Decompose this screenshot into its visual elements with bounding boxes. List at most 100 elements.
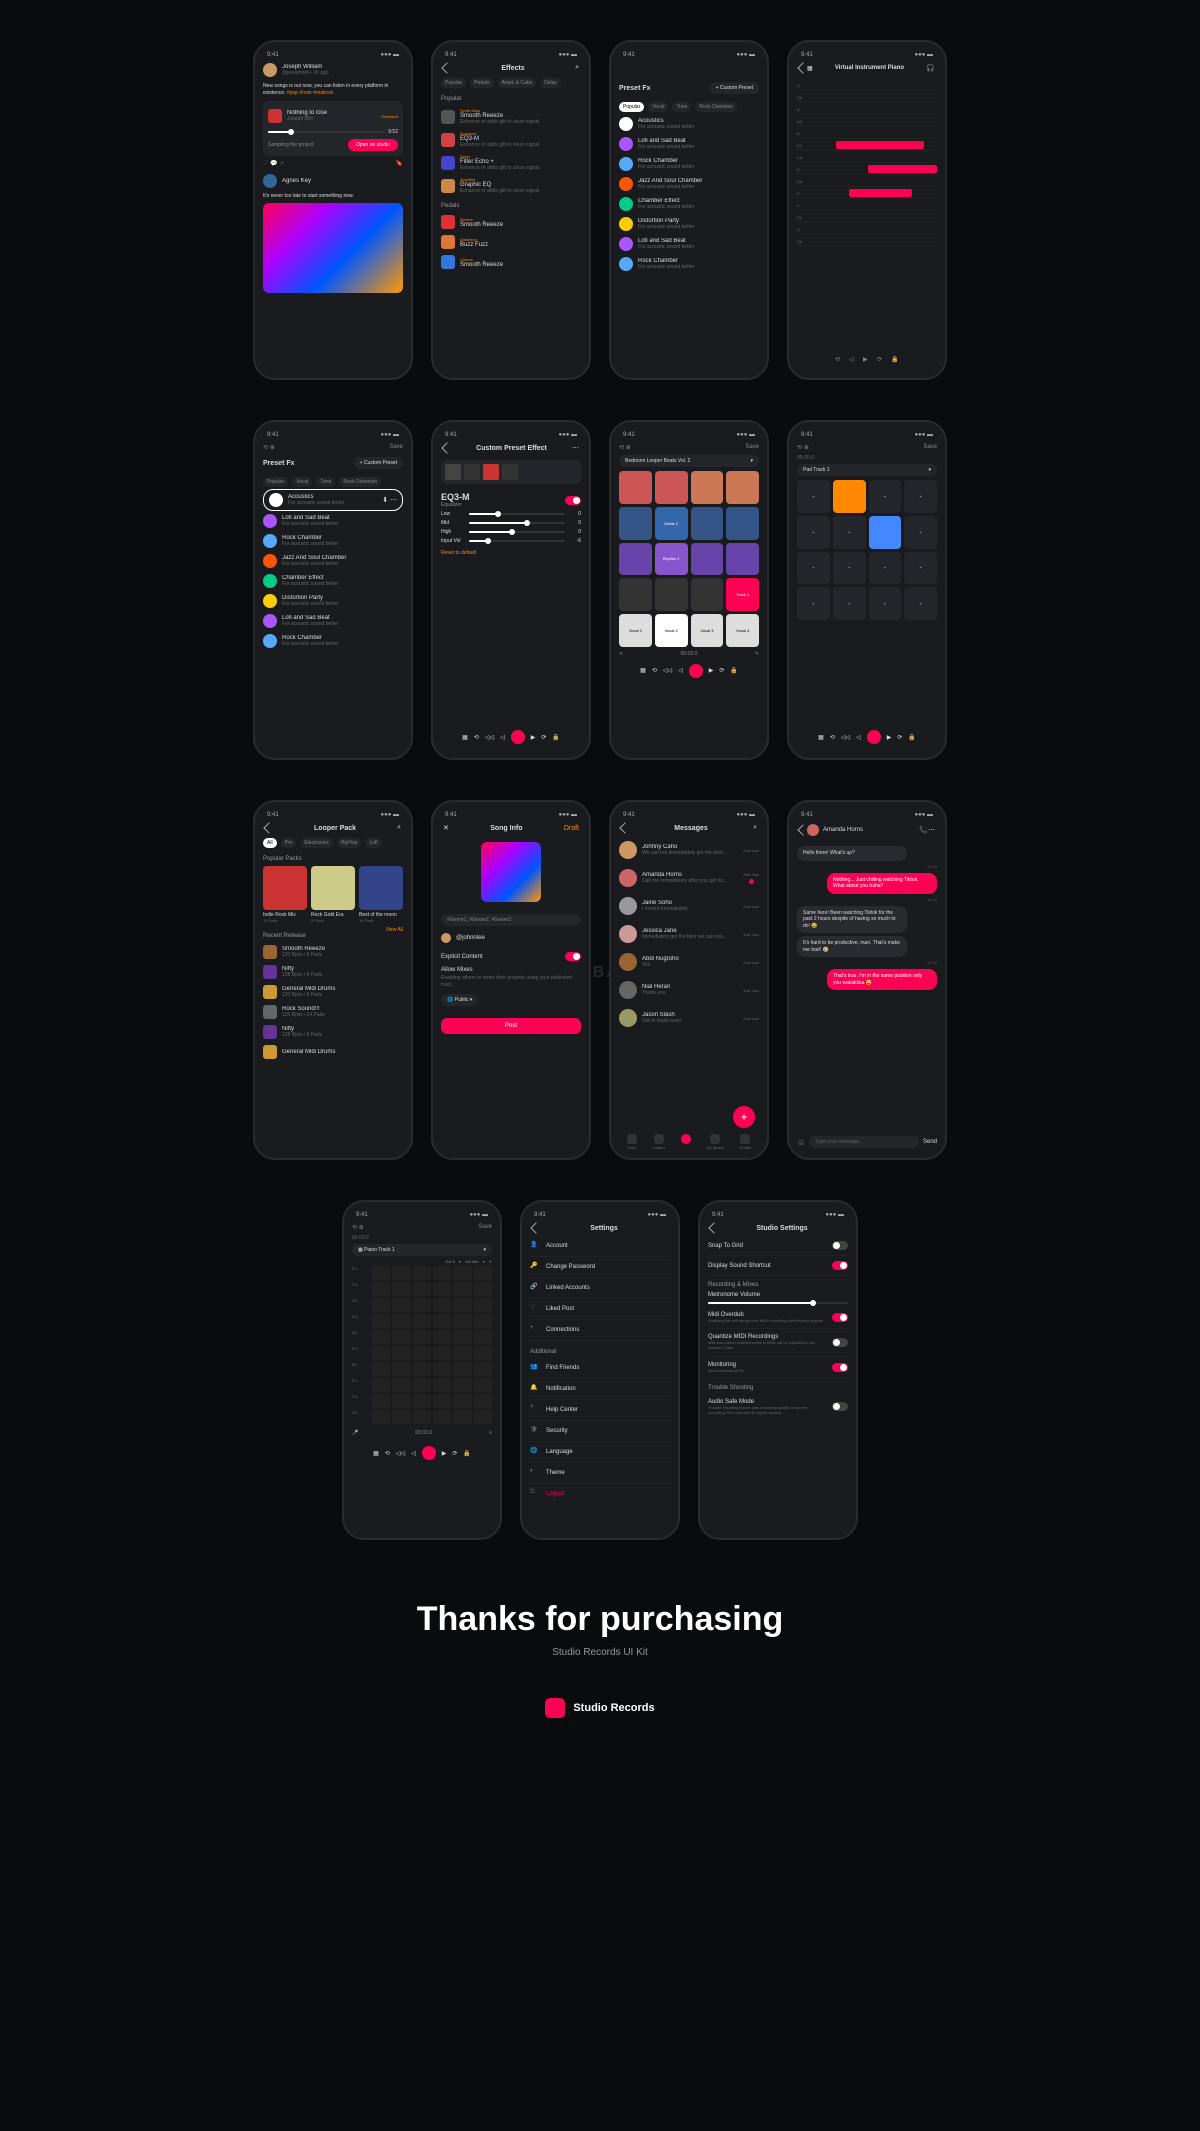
search-icon[interactable]: ⌕ <box>753 824 757 832</box>
seq-cell[interactable] <box>372 1410 390 1424</box>
beat-pad[interactable] <box>619 578 652 611</box>
seq-cell[interactable] <box>392 1330 410 1344</box>
beat-pad[interactable]: Vocal 1 <box>619 614 652 647</box>
preset-item[interactable]: Distortion PartyFor acoustic sound bette… <box>619 214 759 234</box>
beat-pad[interactable]: Vocal 2 <box>655 614 688 647</box>
beat-pad[interactable] <box>655 578 688 611</box>
seq-cell[interactable] <box>433 1362 451 1376</box>
settings-item[interactable]: ?Help Center <box>530 1400 670 1421</box>
seq-cell[interactable] <box>413 1282 431 1296</box>
seq-cell[interactable] <box>474 1378 492 1392</box>
seq-cell[interactable] <box>453 1410 471 1424</box>
preset-item[interactable]: AcousticsFor acoustic sound better⬇ ⋯ <box>263 489 403 511</box>
settings-item[interactable]: +Connections <box>530 1320 670 1341</box>
release-item[interactable]: General Midi Drums <box>263 1042 403 1062</box>
preset-item[interactable]: Rock ChamberFor acoustic sound better <box>619 254 759 274</box>
message-item[interactable]: Abdi NugrohoYesJust now <box>619 948 759 976</box>
message-item[interactable]: Johhny CahoWe can not immediately get th… <box>619 836 759 864</box>
release-item[interactable]: Smooth Reeeze120 Bpm • 8 Pads <box>263 942 403 962</box>
message-item[interactable]: Nial HeranThank youJust now <box>619 976 759 1004</box>
settings-item[interactable]: 👥Find Friends <box>530 1358 670 1379</box>
seq-cell[interactable] <box>433 1266 451 1280</box>
pad[interactable]: + <box>833 552 866 585</box>
seq-cell[interactable] <box>453 1378 471 1392</box>
pack-card[interactable]: Indie Rock Mix12 Pads <box>263 866 307 923</box>
seq-cell[interactable] <box>372 1282 390 1296</box>
effect-item[interactable]: Synth BassSmooth ReeezeEnhance or adds g… <box>441 105 581 128</box>
seq-cell[interactable] <box>392 1394 410 1408</box>
seq-cell[interactable] <box>392 1362 410 1376</box>
seq-cell[interactable] <box>474 1330 492 1344</box>
beat-pad[interactable] <box>691 471 724 504</box>
seq-cell[interactable] <box>372 1330 390 1344</box>
compose-button[interactable]: + <box>733 1106 755 1128</box>
seq-cell[interactable] <box>474 1298 492 1312</box>
effect-item[interactable]: AmplifierGraphic EQEnhance or adds gift … <box>441 174 581 197</box>
preset-item[interactable]: Chamber EffectFor acoustic sound better <box>263 571 403 591</box>
pad[interactable]: + <box>797 587 830 620</box>
seq-cell[interactable] <box>413 1378 431 1392</box>
beat-pad[interactable] <box>726 507 759 540</box>
message-input[interactable]: Type your message... <box>809 1136 919 1148</box>
settings-item[interactable]: ♡Liked Post <box>530 1299 670 1320</box>
seq-cell[interactable] <box>433 1346 451 1360</box>
beat-pad[interactable] <box>691 507 724 540</box>
message-item[interactable]: Amanda HornsCall me immediately after yo… <box>619 864 759 892</box>
pad[interactable]: + <box>869 552 902 585</box>
custom-preset-button[interactable]: + Custom Preset <box>710 82 759 94</box>
settings-item[interactable]: 🔔Notification <box>530 1379 670 1400</box>
beat-pad[interactable]: Guitar 2 <box>655 507 688 540</box>
seq-cell[interactable] <box>453 1362 471 1376</box>
pad[interactable]: + <box>869 480 902 513</box>
seq-cell[interactable] <box>413 1410 431 1424</box>
seq-cell[interactable] <box>453 1330 471 1344</box>
post-author-2[interactable]: Agnes Key <box>263 171 403 191</box>
post-button[interactable]: Post <box>441 1018 581 1034</box>
seq-cell[interactable] <box>433 1378 451 1392</box>
pad[interactable] <box>869 516 902 549</box>
preset-item[interactable]: Jazz And Soul ChamberFor acoustic sound … <box>619 174 759 194</box>
post-author[interactable]: Joseph William@josephwill • 2h ago <box>263 60 403 80</box>
seq-cell[interactable] <box>474 1362 492 1376</box>
seq-cell[interactable] <box>413 1314 431 1328</box>
save-button[interactable]: Save <box>389 444 403 451</box>
seq-cell[interactable] <box>392 1266 410 1280</box>
seq-cell[interactable] <box>433 1394 451 1408</box>
seq-cell[interactable] <box>372 1394 390 1408</box>
settings-item[interactable]: 🛡Security <box>530 1421 670 1442</box>
release-item[interactable]: Nifty128 Bpm • 8 Pads <box>263 1022 403 1042</box>
seq-cell[interactable] <box>413 1394 431 1408</box>
preset-item[interactable]: Lofi and Sad BeatFor acoustic sound bett… <box>619 134 759 154</box>
settings-item[interactable]: 👤Account <box>530 1236 670 1257</box>
beat-pad[interactable]: Track 1 <box>726 578 759 611</box>
pad[interactable]: + <box>904 587 937 620</box>
pad[interactable]: + <box>797 480 830 513</box>
reset-button[interactable]: Reset to default <box>441 550 581 556</box>
seq-cell[interactable] <box>474 1346 492 1360</box>
pad[interactable]: + <box>904 516 937 549</box>
beat-pad[interactable] <box>619 507 652 540</box>
preset-item[interactable]: Lofi and Sad BeatFor acoustic sound bett… <box>263 611 403 631</box>
pad[interactable]: + <box>904 480 937 513</box>
seq-cell[interactable] <box>474 1394 492 1408</box>
release-item[interactable]: Rock Sound!!!120 Bpm • 24 Pads <box>263 1002 403 1022</box>
eq-toggle[interactable] <box>565 496 581 505</box>
preset-item[interactable]: Lofi and Sad BeatFor acoustic sound bett… <box>619 234 759 254</box>
seq-cell[interactable] <box>433 1298 451 1312</box>
seq-cell[interactable] <box>392 1282 410 1296</box>
effect-item[interactable]: EqualizerEQ3-MEnhance or adds gift to cl… <box>441 128 581 151</box>
preset-item[interactable]: Rock ChamberFor acoustic sound better <box>263 531 403 551</box>
seq-cell[interactable] <box>474 1314 492 1328</box>
seq-cell[interactable] <box>413 1266 431 1280</box>
beat-pad[interactable] <box>655 471 688 504</box>
search-icon[interactable]: ⌕ <box>397 824 401 832</box>
message-item[interactable]: Jason SlashGet in touch soonJust now <box>619 1004 759 1032</box>
settings-item[interactable]: ◐Theme <box>530 1463 670 1484</box>
beat-pad[interactable] <box>619 471 652 504</box>
settings-item[interactable]: 🌐Language <box>530 1442 670 1463</box>
beat-pad[interactable] <box>726 471 759 504</box>
seq-cell[interactable] <box>474 1282 492 1296</box>
open-studio-button[interactable]: Open on studio <box>348 139 398 151</box>
seq-cell[interactable] <box>453 1346 471 1360</box>
seq-cell[interactable] <box>474 1266 492 1280</box>
